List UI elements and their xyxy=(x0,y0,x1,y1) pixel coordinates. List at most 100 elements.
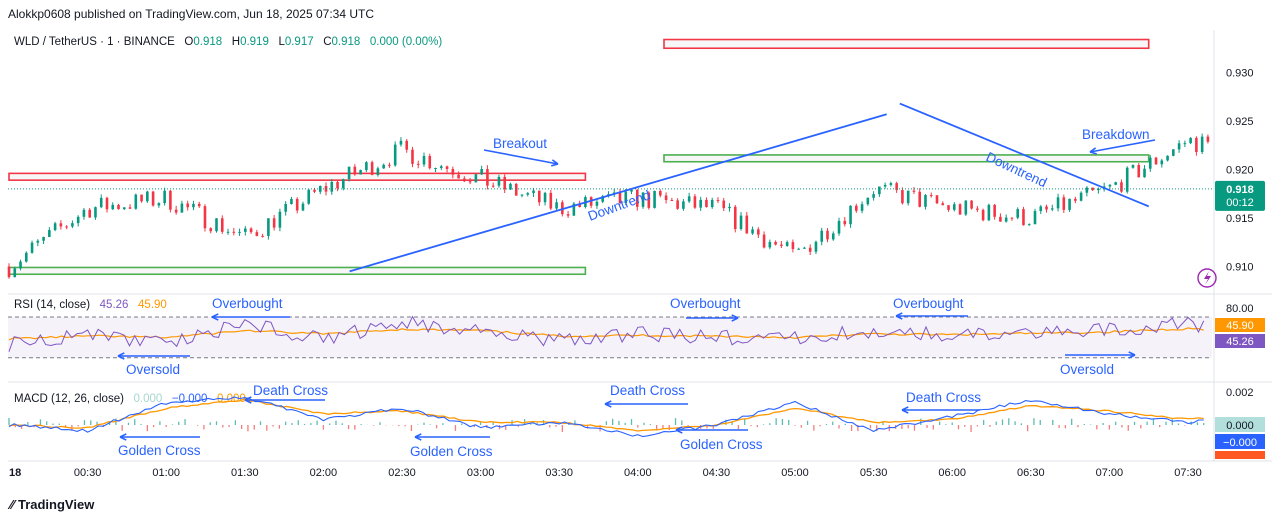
candle-body xyxy=(1189,137,1192,144)
annotation-death-cross-1: Death Cross xyxy=(253,383,328,398)
candle-body xyxy=(416,163,420,165)
annotation-death-cross-3: Death Cross xyxy=(906,390,981,405)
candle-body xyxy=(970,200,973,209)
candle-body xyxy=(503,176,507,190)
candle-body xyxy=(555,202,558,209)
candle-body xyxy=(197,203,201,207)
candle-body xyxy=(952,204,956,210)
candle-body xyxy=(278,211,282,228)
annotation-death-cross-2: Death Cross xyxy=(610,383,685,398)
candle-body xyxy=(491,185,495,187)
candle-body xyxy=(370,162,374,175)
candle-body xyxy=(918,191,922,207)
candle-body xyxy=(958,204,962,215)
candle-body xyxy=(382,164,385,169)
candle-body xyxy=(549,192,553,209)
candle-body xyxy=(710,199,714,208)
candle-body xyxy=(768,241,772,248)
candle-body xyxy=(359,170,362,175)
candle-body xyxy=(267,218,270,236)
candle-body xyxy=(976,208,979,210)
candle-body xyxy=(785,242,789,246)
trendline-1 xyxy=(349,113,887,273)
candle-body xyxy=(353,166,357,175)
candle-body xyxy=(820,230,824,242)
time-tick-label: 03:00 xyxy=(467,467,495,479)
rsi-band xyxy=(8,317,1212,358)
candle-body xyxy=(1177,143,1181,150)
annotation-overbought-1: Overbought xyxy=(212,296,283,311)
annotation-golden-cross-2: Golden Cross xyxy=(410,444,493,459)
candle-body xyxy=(630,189,633,192)
candle-body xyxy=(855,205,858,211)
candle-body xyxy=(860,204,864,211)
candle-body xyxy=(929,195,933,197)
candle-body xyxy=(7,266,11,278)
candle-body xyxy=(1137,164,1141,178)
time-tick-label: 06:30 xyxy=(1017,467,1045,479)
candle-body xyxy=(151,191,155,206)
time-tick-label: 04:30 xyxy=(703,467,731,479)
candle-body xyxy=(987,204,991,221)
candle-body xyxy=(1172,149,1175,156)
candle-body xyxy=(1068,198,1071,210)
candle-body xyxy=(901,190,904,204)
price-tick-label: 0.920 xyxy=(1226,165,1254,177)
candle-body xyxy=(762,234,766,248)
time-tick-label: 18 xyxy=(9,467,21,479)
candle-body xyxy=(169,190,172,210)
candle-body xyxy=(163,190,166,204)
candle-body xyxy=(1108,184,1112,187)
candle-body xyxy=(301,203,305,211)
candle-body xyxy=(964,200,968,215)
candle-body xyxy=(1027,224,1031,226)
candle-body xyxy=(849,205,852,225)
macd-signal-badge xyxy=(1215,451,1265,459)
candle-body xyxy=(1195,137,1198,153)
candle-body xyxy=(249,228,253,233)
candle-body xyxy=(716,199,720,201)
time-tick-label: 02:00 xyxy=(310,467,338,479)
candle-body xyxy=(532,190,535,194)
candle-body xyxy=(336,181,339,189)
candle-body xyxy=(445,166,449,169)
candle-body xyxy=(122,207,126,210)
candle-body xyxy=(1004,217,1008,222)
candle-body xyxy=(751,229,754,234)
candle-body xyxy=(1148,157,1152,169)
candle-body xyxy=(1183,143,1187,145)
resistance-zone xyxy=(663,38,1150,50)
rsi-ma-badge-value: 45.90 xyxy=(1226,320,1254,332)
candle-body xyxy=(186,203,189,208)
candle-body xyxy=(393,144,397,166)
candle-body xyxy=(745,215,749,234)
candle-body xyxy=(1200,136,1204,153)
annotation-overbought-2: Overbought xyxy=(670,296,741,311)
arrow-breakout xyxy=(483,149,559,165)
candle-body xyxy=(705,199,708,208)
candle-body xyxy=(1016,209,1019,218)
time-tick-label: 07:30 xyxy=(1174,467,1202,479)
candle-body xyxy=(255,232,259,236)
candle-body xyxy=(411,149,414,164)
candle-body xyxy=(428,156,432,169)
candle-body xyxy=(1033,211,1037,225)
candle-body xyxy=(261,235,264,237)
candle-body xyxy=(526,193,530,195)
candle-body xyxy=(831,233,835,240)
macd-hist-badge-value: 0.000 xyxy=(1226,420,1254,432)
candle-body xyxy=(128,207,132,209)
price-tick-label: 0.915 xyxy=(1226,213,1254,225)
chart-canvas[interactable]: 0.930 0.925 0.920 0.915 0.910 18 00:30 01:00 01:… xyxy=(0,0,1281,522)
candle-body xyxy=(687,196,691,202)
time-tick-label: 07:00 xyxy=(1096,467,1124,479)
candle-body xyxy=(480,169,483,175)
price-tick-label: 0.930 xyxy=(1226,68,1254,80)
candle-body xyxy=(244,228,247,232)
candle-body xyxy=(24,252,28,262)
candle-body xyxy=(1085,187,1089,193)
time-tick-label: 00:30 xyxy=(74,467,102,479)
annotation-oversold-2: Oversold xyxy=(1060,362,1114,377)
candle-body xyxy=(981,209,985,221)
candle-body xyxy=(19,261,22,269)
